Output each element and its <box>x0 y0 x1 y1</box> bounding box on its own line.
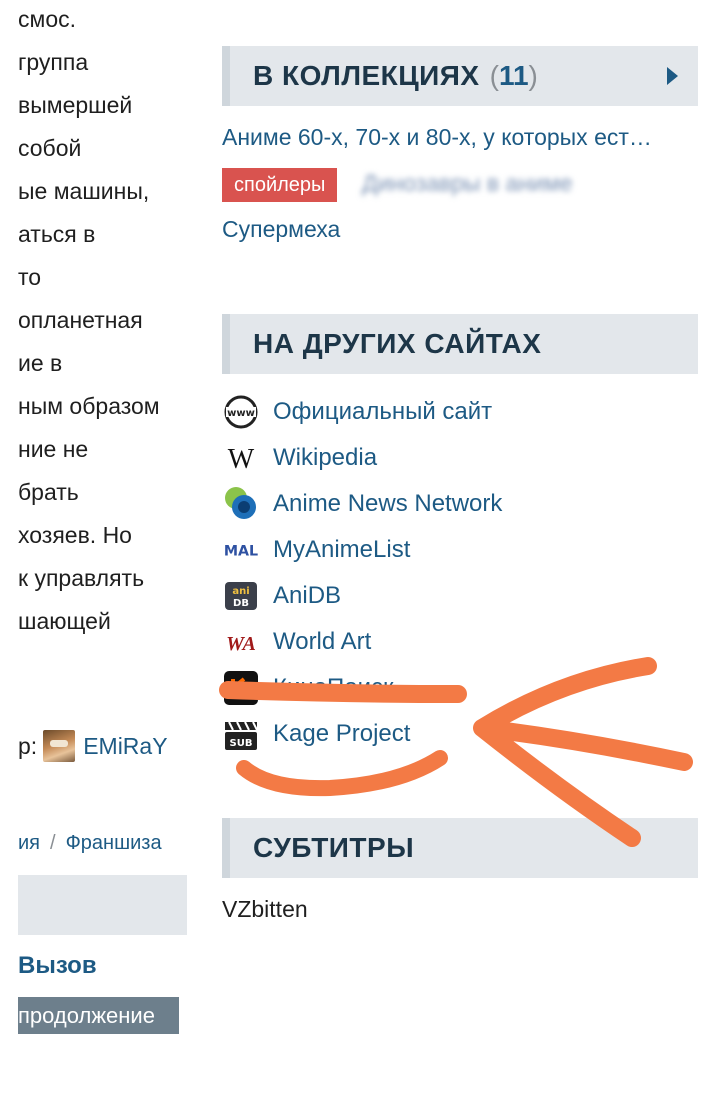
site-link-anidb[interactable]: ani DB AniDB <box>222 576 341 616</box>
avatar[interactable] <box>43 730 76 762</box>
mal-icon: MAL <box>222 533 260 567</box>
collections-count-close: ) <box>528 60 538 91</box>
collections-header[interactable]: В КОЛЛЕКЦИЯХ ( 11 ) <box>222 46 698 106</box>
worldart-icon: WA <box>222 625 260 659</box>
subtitles-title: СУБТИТРЫ <box>253 832 415 863</box>
description-line: то <box>18 264 42 290</box>
svg-text:WA: WA <box>226 633 256 654</box>
description-line: группа <box>18 49 89 75</box>
description-line: брать <box>18 479 79 505</box>
collection-link[interactable]: Аниме 60-х, 70-х и 80-х, у которых ест… <box>222 124 652 151</box>
author-credit: р: EMiRaY <box>18 728 168 764</box>
site-link-mal[interactable]: MAL MyAnimeList <box>222 530 411 570</box>
breadcrumb-item[interactable]: ия <box>18 832 40 854</box>
author-prefix: р: <box>18 732 38 759</box>
description-line: смос. <box>18 6 76 32</box>
collections-title: В КОЛЛЕКЦИЯХ <box>253 60 480 91</box>
relation-tag: продолжение <box>18 997 179 1034</box>
site-label: КиноПоиск <box>273 674 394 701</box>
collection-link[interactable]: Супермеха <box>222 216 340 243</box>
breadcrumb-separator: / <box>50 832 56 854</box>
other-sites-header: НА ДРУГИХ САЙТАХ <box>222 314 698 374</box>
site-label: MyAnimeList <box>273 536 411 563</box>
svg-text:MAL: MAL <box>224 544 258 560</box>
kage-sub-icon: SUB <box>222 717 260 751</box>
description-line: аться в <box>18 221 96 247</box>
wikipedia-icon: W <box>222 441 260 475</box>
description-line: ие в <box>18 350 63 376</box>
svg-text:W: W <box>228 444 255 473</box>
svg-text:www: www <box>227 408 255 419</box>
collection-link-hidden[interactable]: Динозавры в аниме <box>362 170 572 197</box>
related-title-link[interactable]: Вызов <box>18 952 97 980</box>
site-label: Wikipedia <box>273 444 378 471</box>
annotation-underline <box>236 750 448 797</box>
description-line: вымершей <box>18 92 133 118</box>
breadcrumb-item-franchise[interactable]: Франшиза <box>66 832 162 854</box>
description-line: ние не <box>18 436 89 462</box>
anidb-icon: ani DB <box>222 579 260 613</box>
description-line: шающей <box>18 608 111 634</box>
description-line: опланетная <box>18 307 143 333</box>
description-line: к управлять <box>18 565 145 591</box>
description-line: собой <box>18 135 82 161</box>
description-line: ным образом <box>18 393 160 419</box>
breadcrumb: ия / Франшиза <box>18 832 162 855</box>
site-label: Kage Project <box>273 720 411 747</box>
globe-www-icon: www <box>222 395 260 429</box>
svg-text:DB: DB <box>233 598 249 609</box>
description-line: ые машины, <box>18 178 150 204</box>
related-image-placeholder[interactable] <box>18 875 187 935</box>
site-link-official[interactable]: www Официальный сайт <box>222 392 492 432</box>
main-content-column: смос. группа вымершей собой ые машины, а… <box>0 0 200 1096</box>
chevron-right-icon[interactable] <box>667 67 678 85</box>
collections-count: 11 <box>498 60 529 91</box>
svg-text:SUB: SUB <box>230 738 253 749</box>
annotation-arrow <box>473 657 693 847</box>
site-label: World Art <box>273 628 372 655</box>
site-link-wikipedia[interactable]: W Wikipedia <box>222 438 377 478</box>
subtitle-group[interactable]: VZbitten <box>222 896 308 923</box>
kinopoisk-icon <box>222 671 260 705</box>
subtitles-header: СУБТИТРЫ <box>222 818 698 878</box>
svg-text:ani: ani <box>232 586 249 597</box>
site-link-kage-project[interactable]: SUB Kage Project <box>222 714 410 754</box>
site-label: Официальный сайт <box>273 398 493 425</box>
site-label: Anime News Network <box>273 490 503 517</box>
site-link-ann[interactable]: Anime News Network <box>222 484 502 524</box>
other-sites-title: НА ДРУГИХ САЙТАХ <box>253 328 542 359</box>
author-link[interactable]: EMiRaY <box>83 733 167 760</box>
site-link-kinopoisk[interactable]: КиноПоиск <box>222 668 394 708</box>
ann-icon <box>222 487 260 521</box>
collections-count-open: ( <box>489 60 499 91</box>
description-line: хозяев. Но <box>18 522 132 548</box>
spoiler-badge[interactable]: спойлеры <box>222 168 338 202</box>
site-label: AniDB <box>273 582 342 609</box>
site-link-worldart[interactable]: WA World Art <box>222 622 371 662</box>
